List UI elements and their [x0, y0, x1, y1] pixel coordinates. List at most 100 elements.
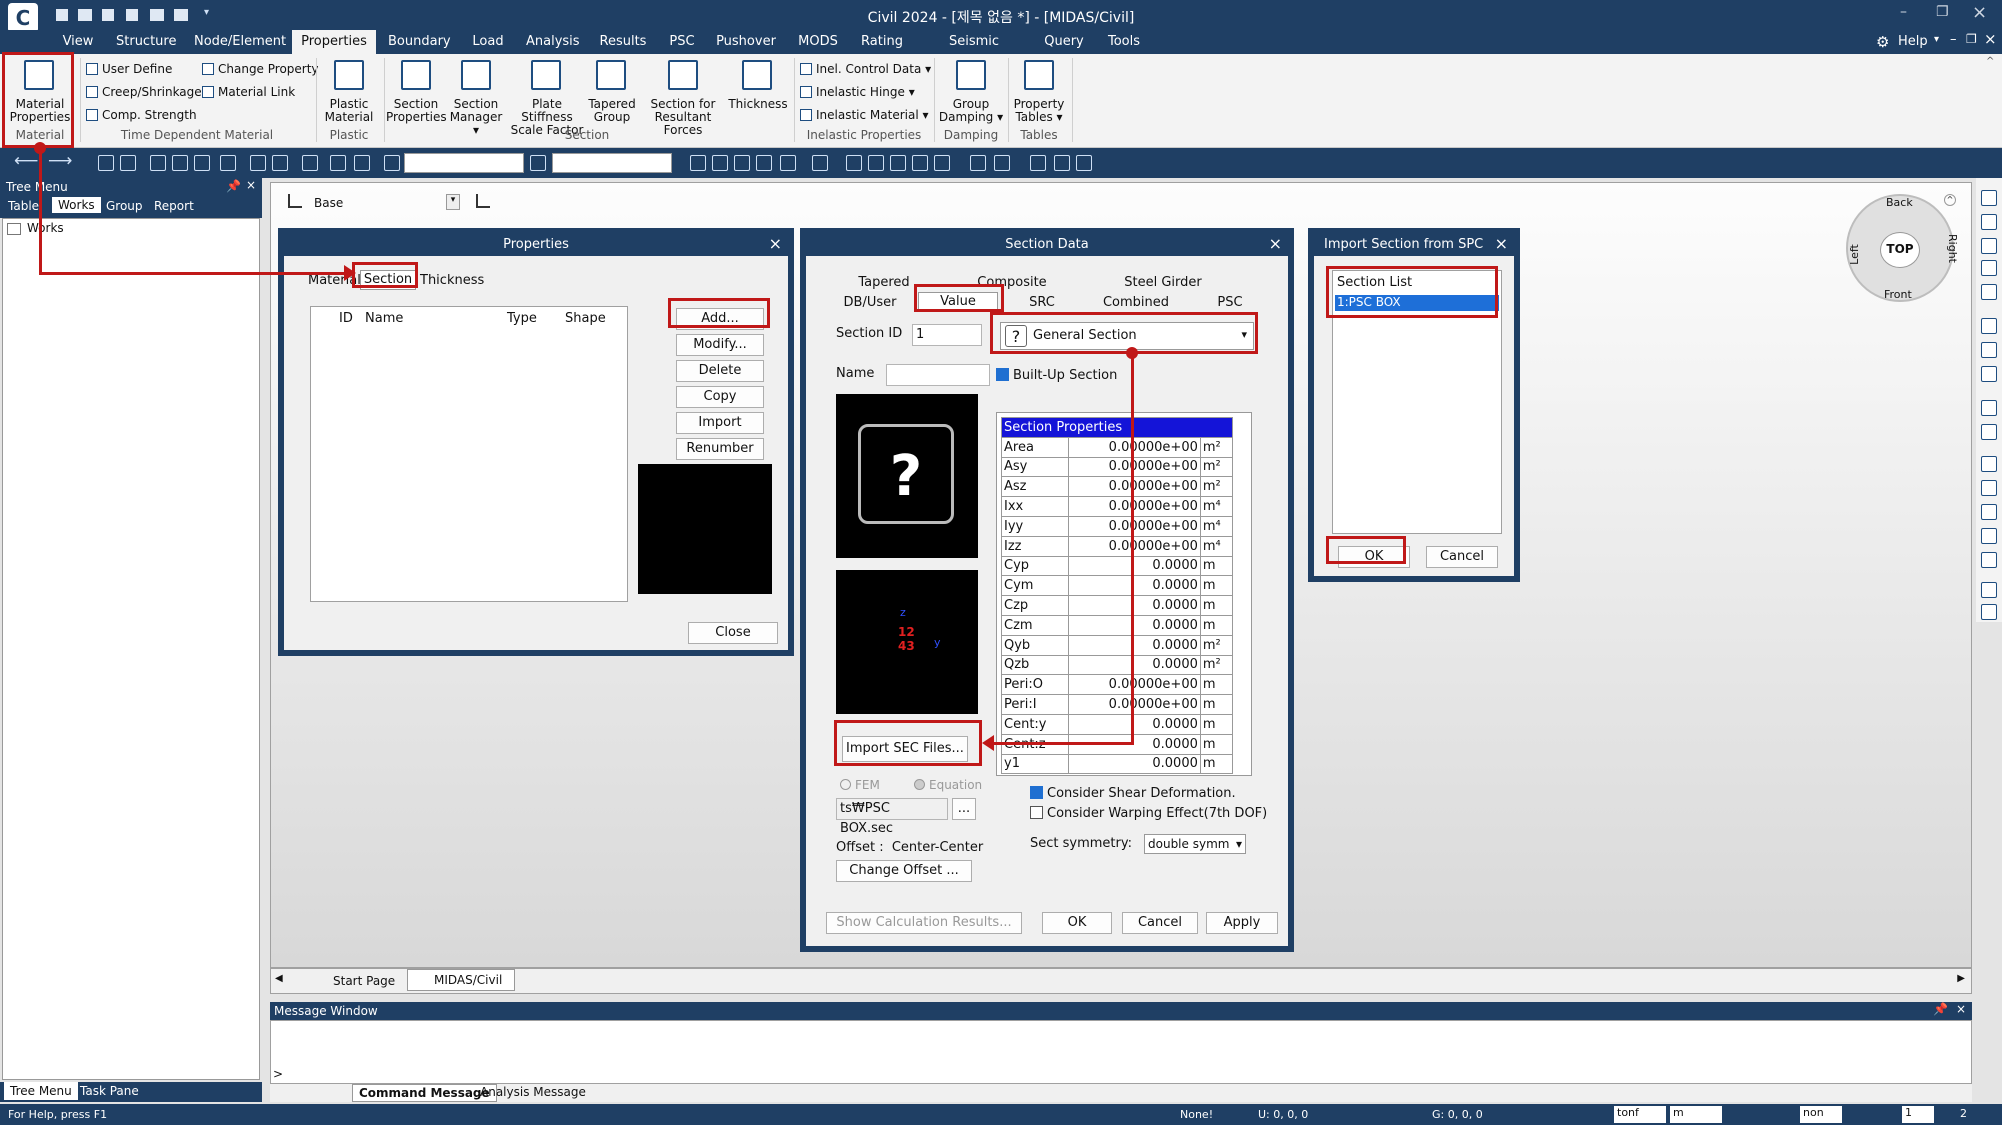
material-properties-button[interactable]: Material Properties: [4, 98, 76, 124]
force-unit-select[interactable]: tonf: [1614, 1106, 1666, 1123]
lock-icon[interactable]: [1076, 155, 1092, 171]
menu-node-element[interactable]: Node/Element: [194, 30, 286, 54]
close-button[interactable]: ×: [1972, 2, 1987, 23]
menu-mods[interactable]: MODS: [796, 30, 840, 54]
ok-button[interactable]: OK: [1042, 912, 1112, 934]
property-value[interactable]: 0.00000e+00: [1067, 515, 1201, 537]
tree-tab-group[interactable]: Group: [106, 199, 143, 213]
side-icon[interactable]: [1981, 318, 1997, 334]
property-value[interactable]: 0.0000: [1067, 595, 1201, 616]
thickness-button[interactable]: Thickness: [728, 98, 788, 111]
toolbar-icon[interactable]: [912, 155, 928, 171]
col-id[interactable]: ID: [339, 311, 353, 326]
zoom-in-icon[interactable]: [1981, 238, 1997, 254]
menu-psc[interactable]: PSC: [668, 30, 696, 54]
start-page-tab[interactable]: Start Page: [295, 971, 405, 991]
view-cube-right[interactable]: Right: [1946, 234, 1959, 263]
copy-button[interactable]: Copy: [676, 386, 764, 408]
pin-icon[interactable]: 📌: [226, 179, 241, 193]
side-icon[interactable]: [1981, 582, 1997, 598]
menu-structure[interactable]: Structure: [116, 30, 176, 54]
side-icon[interactable]: [1981, 504, 1997, 520]
inel-control-button[interactable]: Inel. Control Data ▾: [800, 61, 931, 77]
command-message-tab[interactable]: Command Message: [352, 1084, 497, 1102]
add-button[interactable]: Add...: [676, 308, 764, 330]
property-value[interactable]: 0.0000: [1067, 753, 1201, 775]
tapered-group-button[interactable]: Tapered Group: [588, 98, 636, 124]
tab-section[interactable]: Section: [360, 270, 416, 290]
section-properties-button[interactable]: Section Properties: [386, 98, 447, 124]
menu-load[interactable]: Load: [470, 30, 506, 54]
toolbar-icon[interactable]: [868, 155, 884, 171]
analysis-message-tab[interactable]: Analysis Message: [480, 1085, 586, 1099]
toolbar-icon[interactable]: [530, 155, 546, 171]
non-select[interactable]: non: [1800, 1106, 1842, 1123]
section-list-table[interactable]: ID Name Type Shape: [310, 306, 628, 602]
undo-icon[interactable]: ⟵: [14, 151, 38, 171]
shear-deformation-checkbox[interactable]: Consider Shear Deformation.: [1030, 786, 1236, 801]
property-value[interactable]: 0.00000e+00: [1067, 436, 1201, 458]
menu-rating[interactable]: Rating: [860, 30, 904, 54]
toolbar-icon[interactable]: [970, 155, 986, 171]
midas-civil-tab[interactable]: MIDAS/Civil: [407, 969, 515, 991]
message-window[interactable]: >: [270, 1020, 1972, 1084]
toolbar-icon[interactable]: [712, 155, 728, 171]
property-value[interactable]: 0.00000e+00: [1067, 694, 1201, 715]
task-pane-tab[interactable]: Task Pane: [80, 1084, 139, 1098]
section-manager-icon[interactable]: [461, 60, 491, 90]
toolbar-icon[interactable]: [250, 155, 266, 171]
menu-query[interactable]: Query: [1044, 30, 1084, 54]
tab-thickness[interactable]: Thickness: [420, 272, 484, 290]
delete-button[interactable]: Delete: [676, 360, 764, 382]
sec-file-path[interactable]: ts₩PSC BOX.sec: [836, 798, 948, 836]
browse-button[interactable]: ...: [952, 798, 976, 820]
help-dropdown-icon[interactable]: ▾: [1934, 34, 1939, 45]
properties-close-icon[interactable]: ×: [769, 234, 782, 253]
section-type-select[interactable]: ? General Section ▾: [1000, 322, 1254, 350]
property-value[interactable]: 0.0000: [1067, 654, 1201, 676]
tab-db-user[interactable]: DB/User: [826, 294, 914, 312]
property-value[interactable]: 0.00000e+00: [1067, 496, 1201, 517]
side-icon[interactable]: [1981, 214, 1997, 230]
message-close-icon[interactable]: ×: [1956, 1002, 1966, 1016]
side-icon[interactable]: [1981, 604, 1997, 620]
import-ok-button[interactable]: OK: [1338, 546, 1410, 568]
user-define-button[interactable]: User Define: [86, 61, 172, 77]
side-icon[interactable]: [1981, 480, 1997, 496]
section-list-box[interactable]: Section List 1:PSC BOX: [1332, 270, 1502, 534]
toolbar-combo-2[interactable]: [552, 153, 672, 173]
side-icon[interactable]: [1981, 366, 1997, 382]
inelastic-material-button[interactable]: Inelastic Material ▾: [800, 107, 929, 123]
view-cube-left[interactable]: Left: [1848, 244, 1861, 265]
tab-psc[interactable]: PSC: [1190, 294, 1270, 312]
menu-tools[interactable]: Tools: [1104, 30, 1144, 54]
minimize-button[interactable]: –: [1900, 4, 1907, 20]
tab-tapered[interactable]: Tapered: [830, 274, 938, 292]
gear-icon[interactable]: ⚙: [1876, 33, 1889, 51]
tree-tab-table[interactable]: Table: [8, 199, 39, 213]
property-value[interactable]: 0.0000: [1067, 575, 1201, 597]
section-list-item-psc-box[interactable]: 1:PSC BOX: [1335, 295, 1499, 311]
toolbar-icon[interactable]: [194, 155, 210, 171]
side-icon[interactable]: [1981, 456, 1997, 472]
view-toolbar-icon[interactable]: [288, 194, 302, 208]
tab-steel-girder[interactable]: Steel Girder: [1088, 274, 1238, 292]
renumber-button[interactable]: Renumber: [676, 438, 764, 460]
property-tables-button[interactable]: Property Tables ▾: [1010, 98, 1068, 124]
cancel-button[interactable]: Cancel: [1122, 912, 1198, 934]
comp-strength-button[interactable]: Comp. Strength: [86, 107, 197, 123]
change-offset-button[interactable]: Change Offset ...: [836, 860, 972, 882]
property-value[interactable]: 0.0000: [1067, 634, 1201, 656]
apply-button[interactable]: Apply: [1206, 912, 1278, 934]
import-cancel-button[interactable]: Cancel: [1426, 546, 1498, 568]
toolbar-icon[interactable]: [1054, 155, 1070, 171]
material-link-button[interactable]: Material Link: [202, 84, 295, 100]
redo-icon[interactable]: ⟶: [48, 151, 72, 171]
plastic-material-button[interactable]: Plastic Material: [318, 98, 380, 124]
command-prompt[interactable]: >: [273, 1067, 283, 1081]
toolbar-icon[interactable]: [354, 155, 370, 171]
menu-analysis[interactable]: Analysis: [526, 30, 580, 54]
doc-restore-button[interactable]: ❐: [1966, 32, 1977, 46]
menu-properties[interactable]: Properties: [292, 30, 376, 54]
toolbar-icon[interactable]: [1030, 155, 1046, 171]
